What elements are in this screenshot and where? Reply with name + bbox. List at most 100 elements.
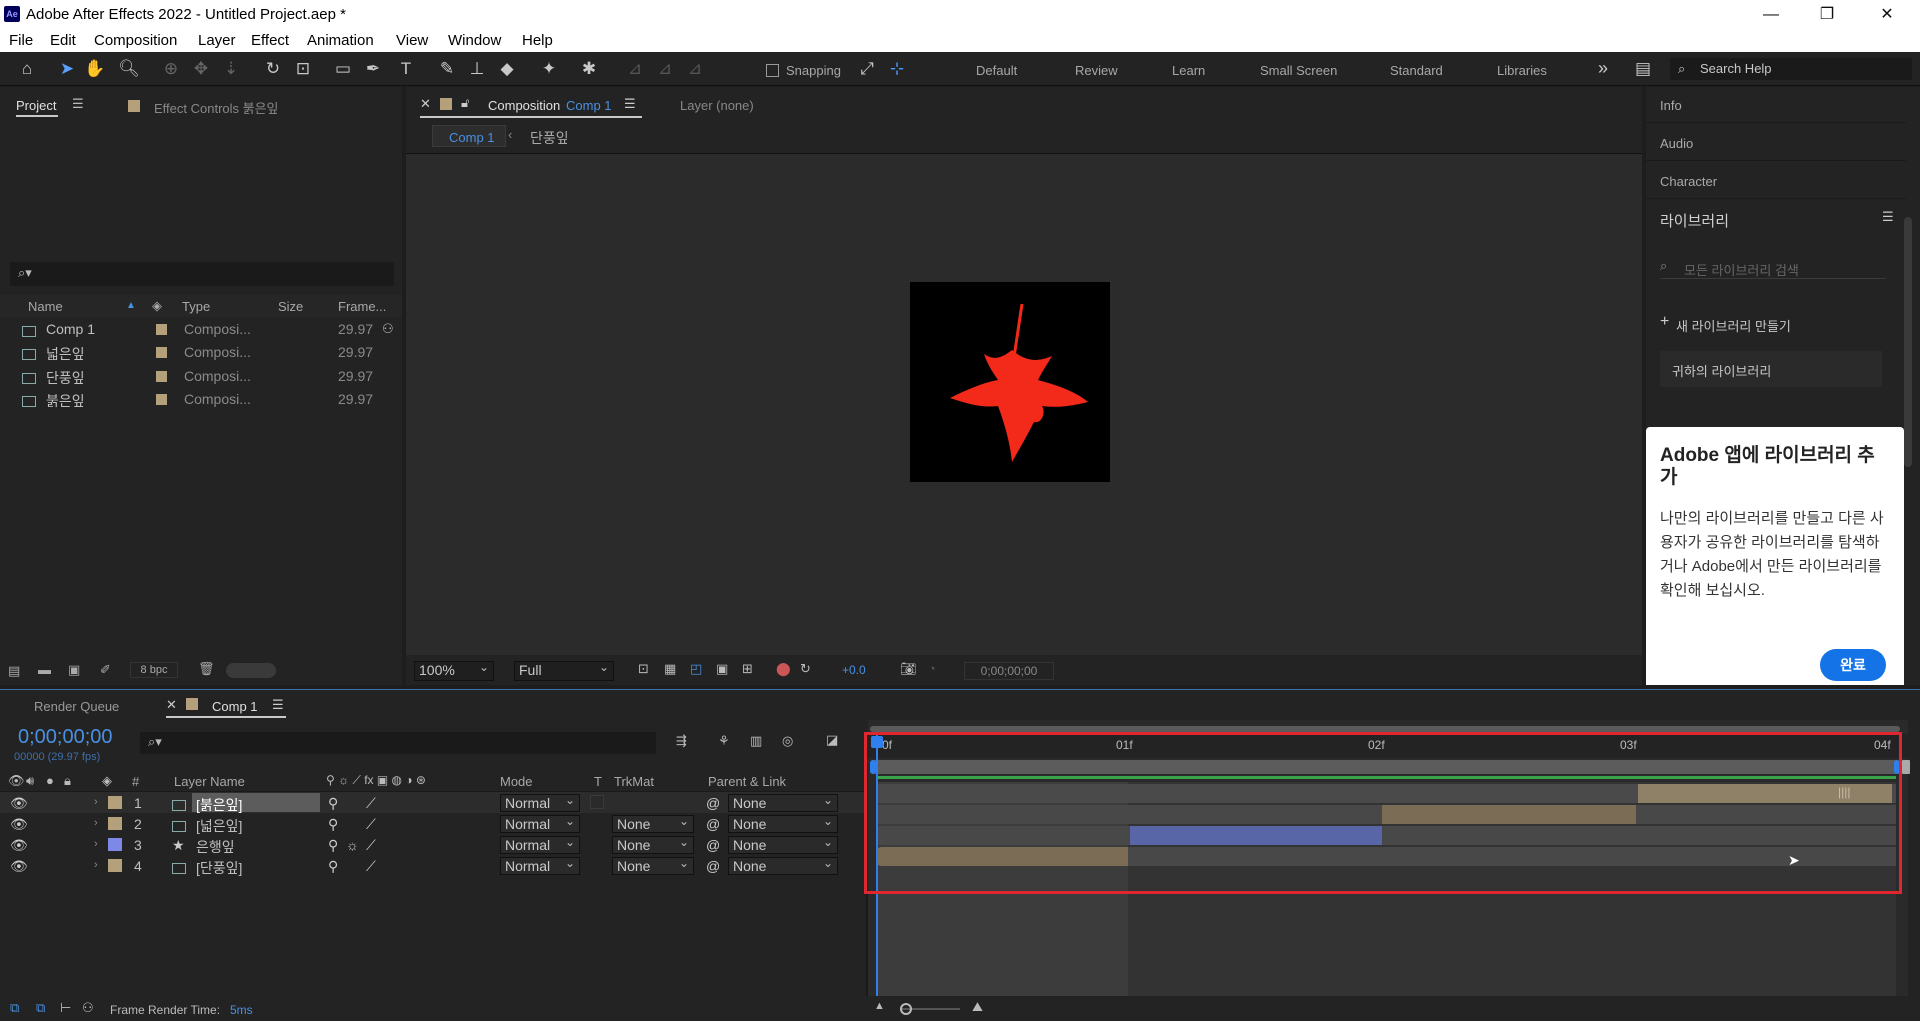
layer-mode-dropdown[interactable]: Normal	[500, 813, 580, 833]
layer-label-swatch[interactable]	[108, 796, 122, 809]
search-help-input[interactable]: ⌕ Search Help	[1670, 58, 1912, 80]
quality-switch-icon[interactable]: ⟋	[366, 795, 376, 812]
exposure-value[interactable]: +0.0	[842, 663, 866, 677]
puppet-pin-icon[interactable]: ✱	[578, 58, 600, 80]
color-channels-icon[interactable]: ⬤	[776, 661, 791, 677]
layer-name[interactable]: 은행잎	[196, 837, 235, 857]
col-size[interactable]: Size	[278, 299, 303, 314]
time-graph[interactable]: 0f 01f 02f 03f 04f |||| ➤	[864, 720, 1910, 996]
region-of-interest-icon[interactable]: ⊡	[638, 661, 649, 677]
pickwhip-icon[interactable]: @	[706, 858, 720, 874]
close-button[interactable]: ✕	[1864, 2, 1910, 28]
snapping-checkbox[interactable]	[766, 64, 779, 77]
comp-panel-menu-icon[interactable]: ☰	[624, 96, 636, 112]
shy-switch-icon[interactable]: ⚲	[328, 858, 338, 875]
adjust-project-icon[interactable]: ✐	[100, 662, 111, 678]
expand-chevron-icon[interactable]: ›	[94, 817, 98, 829]
comp-timecode[interactable]: 0;00;00;00	[964, 662, 1054, 680]
layer-name[interactable]: [붉은잎]	[196, 795, 242, 815]
project-item[interactable]: 단풍잎 Composi... 29.97	[0, 366, 402, 386]
libraries-menu-icon[interactable]: ☰	[1882, 209, 1894, 225]
layer-mode-dropdown[interactable]: Normal	[500, 792, 580, 812]
frame-blending-icon[interactable]: ▥	[750, 733, 762, 749]
workspace-learn[interactable]: Learn	[1172, 63, 1205, 78]
transparency-grid-icon[interactable]: ▦	[664, 661, 676, 677]
parent-dropdown[interactable]: None	[728, 855, 838, 875]
draft-3d-icon[interactable]: ⚘	[718, 733, 730, 749]
quality-switch-icon[interactable]: ⟋	[366, 837, 376, 854]
type-tool-icon[interactable]: T	[395, 58, 417, 80]
libraries-scrollbar[interactable]	[1904, 217, 1912, 467]
menu-layer[interactable]: Layer	[198, 32, 236, 49]
comp-viewer[interactable]	[406, 154, 1642, 655]
menu-file[interactable]: File	[9, 32, 33, 49]
pan-camera-icon[interactable]: ✥	[190, 58, 212, 80]
timeline-search-input[interactable]: ⌕▾	[140, 732, 656, 754]
pickwhip-icon[interactable]: @	[706, 816, 720, 832]
toggle-in-out-icon[interactable]: ⊢	[60, 1000, 71, 1016]
tab-timeline-comp[interactable]: Comp 1	[212, 699, 258, 714]
workspace-standard[interactable]: Standard	[1390, 63, 1443, 78]
trkmat-dropdown[interactable]: None	[612, 813, 694, 833]
preserve-transparency-toggle[interactable]	[590, 795, 604, 809]
dolly-camera-icon[interactable]: ⇣	[220, 58, 242, 80]
col-layer-name[interactable]: Layer Name	[174, 774, 245, 789]
anchor-tool-icon[interactable]: ⊡	[292, 58, 314, 80]
audio-panel-header[interactable]: Audio	[1646, 125, 1906, 161]
menu-effect[interactable]: Effect	[251, 32, 289, 49]
roto-brush-icon[interactable]: ✦	[538, 58, 560, 80]
shy-switch-icon[interactable]: ⚲	[328, 795, 338, 812]
eye-icon[interactable]: 👁︎	[10, 858, 28, 875]
trash-icon[interactable]: 🗑︎	[198, 661, 215, 677]
resolution-dropdown[interactable]: Full	[514, 659, 614, 681]
expand-chevron-icon[interactable]: ›	[94, 859, 98, 871]
zoom-slider-thumb[interactable]	[900, 1003, 912, 1015]
lock-icon[interactable]: 🔒︎	[64, 773, 71, 789]
label-tag-icon[interactable]: ◈	[102, 773, 112, 789]
clone-stamp-icon[interactable]: ⊥	[466, 58, 488, 80]
layer-name[interactable]: [넓은잎]	[196, 816, 242, 836]
minimize-button[interactable]: —	[1748, 2, 1794, 28]
toggle-modes-icon[interactable]: ⧉	[36, 1000, 45, 1016]
composition-mini-flowchart-icon[interactable]: ⇶	[676, 733, 687, 749]
reset-exposure-icon[interactable]: ↻	[800, 661, 811, 677]
pen-tool-icon[interactable]: ✒	[362, 58, 384, 80]
close-tab-icon[interactable]: ✕	[166, 697, 177, 713]
tab-composition-name[interactable]: Comp 1	[566, 98, 612, 113]
restore-button[interactable]: ❐	[1804, 2, 1850, 28]
render-time-icon[interactable]: ⚇	[82, 1000, 94, 1016]
your-library-item[interactable]: 귀하의 라이브러리	[1660, 351, 1882, 387]
layer-label-swatch[interactable]	[108, 817, 122, 830]
tab-layer[interactable]: Layer (none)	[680, 98, 754, 113]
menu-help[interactable]: Help	[522, 32, 553, 49]
hand-tool-icon[interactable]: ✋	[84, 58, 106, 80]
eraser-tool-icon[interactable]: ◆	[496, 58, 518, 80]
label-tag-icon[interactable]: ◈	[152, 298, 162, 314]
tab-composition-label[interactable]: Composition	[488, 98, 560, 113]
layer-row[interactable]: 👁︎ › 1 [붉은잎] ⚲ ⟋ Normal @ None	[0, 792, 870, 813]
tab-effect-controls[interactable]: Effect Controls 붉은잎	[154, 98, 279, 117]
breadcrumb-child[interactable]: 단풍잎	[530, 128, 569, 148]
close-tab-icon[interactable]: ✕	[420, 96, 431, 112]
motion-blur-icon[interactable]: ◎	[782, 733, 793, 749]
grid-icon[interactable]: ⊞	[742, 661, 753, 677]
layer-mode-dropdown[interactable]: Normal	[500, 855, 580, 875]
trkmat-dropdown[interactable]: None	[612, 834, 694, 854]
zoom-dropdown[interactable]: 100%	[414, 659, 494, 681]
graph-editor-icon[interactable]: ◪	[826, 732, 838, 748]
quality-switch-icon[interactable]: ⟋	[366, 816, 376, 833]
zoom-in-icon[interactable]: ⛰	[972, 999, 983, 1015]
breadcrumb[interactable]: Comp 1	[432, 125, 506, 147]
snapshot-icon[interactable]: 📷︎	[900, 661, 917, 677]
layer-row[interactable]: 👁︎ › 4 [단풍잎] ⚲ ⟋ Normal None @ None	[0, 855, 870, 876]
current-timecode[interactable]: 0;00;00;00	[18, 726, 113, 749]
tab-project[interactable]: Project	[16, 98, 56, 113]
pickwhip-icon[interactable]: @	[706, 837, 720, 853]
info-panel-header[interactable]: Info	[1646, 87, 1906, 123]
col-type[interactable]: Type	[182, 299, 210, 314]
layer-mode-dropdown[interactable]: Normal	[500, 834, 580, 854]
snap-features-icon[interactable]: ⊹	[886, 58, 908, 80]
more-workspaces-icon[interactable]: »	[1598, 58, 1608, 79]
workspace-default[interactable]: Default	[976, 63, 1017, 78]
pickwhip-icon[interactable]: @	[706, 795, 720, 811]
